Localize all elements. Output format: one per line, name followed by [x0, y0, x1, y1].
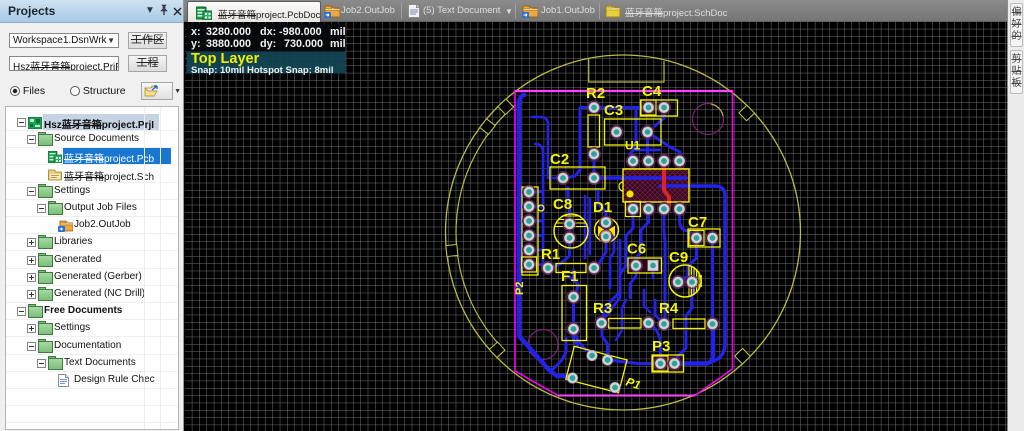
svg-text:C9: C9: [669, 249, 688, 266]
svg-text:C7: C7: [688, 214, 707, 231]
svg-text:dx:: dx:: [260, 26, 276, 38]
svg-text:mil: mil: [330, 38, 346, 50]
svg-text:C2: C2: [550, 151, 569, 168]
svg-text:730.000: 730.000: [284, 38, 323, 50]
svg-text:U1: U1: [625, 139, 641, 153]
svg-text:R1: R1: [541, 246, 560, 263]
svg-text:D1: D1: [593, 199, 612, 216]
svg-text:C4: C4: [642, 83, 662, 100]
svg-text:mil: mil: [330, 26, 346, 38]
svg-text:R2: R2: [586, 85, 605, 102]
svg-text:Snap: 10mil Hotspot Snap: 8mil: Snap: 10mil Hotspot Snap: 8mil: [191, 65, 334, 76]
svg-text:R3: R3: [593, 300, 612, 317]
svg-text:C3: C3: [604, 102, 623, 119]
svg-text:C8: C8: [553, 196, 572, 213]
svg-text:x:: x:: [191, 26, 201, 38]
svg-text:P2: P2: [514, 282, 526, 295]
svg-text:F1: F1: [561, 268, 579, 285]
svg-text:R4: R4: [659, 300, 679, 317]
svg-text:3880.000: 3880.000: [206, 38, 251, 50]
svg-text:y:: y:: [191, 38, 201, 50]
svg-text:3280.000: 3280.000: [206, 26, 251, 38]
svg-text:dy:: dy:: [260, 38, 276, 50]
svg-text:C6: C6: [627, 241, 646, 258]
svg-text:-980.000: -980.000: [279, 26, 322, 38]
svg-text:P3: P3: [652, 338, 670, 355]
